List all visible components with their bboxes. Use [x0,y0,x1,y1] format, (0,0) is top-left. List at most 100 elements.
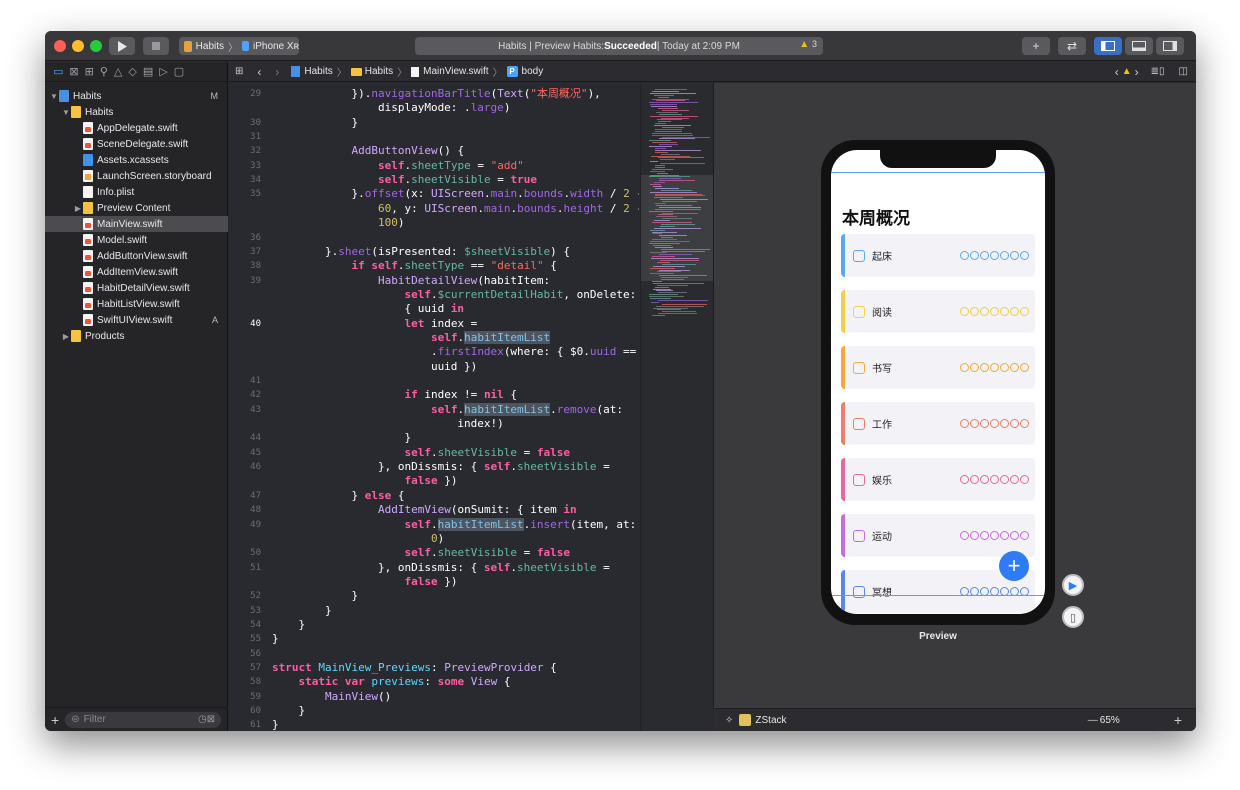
minimize-window-button[interactable] [72,40,84,52]
line-number[interactable]: 50 [229,548,261,558]
code-line[interactable]: } [272,618,305,632]
line-number[interactable]: 35 [229,189,261,199]
code-line[interactable]: static var previews: some View { [272,675,511,689]
test-icon[interactable]: ◇ [128,65,136,78]
line-number[interactable]: 36 [229,233,261,243]
day-check-circle[interactable] [1010,363,1019,372]
day-check-circle[interactable] [960,363,969,372]
line-number[interactable]: 34 [229,175,261,185]
code-line[interactable]: }.sheet(isPresented: $sheetVisible) { [272,245,570,259]
day-check-circle[interactable] [1010,307,1019,316]
code-line[interactable]: self.$currentDetailHabit, onDelete: [272,288,636,302]
code-line[interactable]: } [272,431,411,445]
day-check-circle[interactable] [990,419,999,428]
add-habit-button[interactable]: + [999,551,1029,581]
day-check-circle[interactable] [1020,475,1029,484]
zoom-level[interactable]: 65% [1100,715,1120,726]
zoom-in-button[interactable]: + [1174,712,1182,728]
disclosure-triangle-icon[interactable]: ▼ [61,108,71,117]
related-items-icon[interactable]: ⊞ [235,66,243,77]
code-line[interactable]: .firstIndex(where: { $0.uuid == [272,345,636,359]
day-check-circle[interactable] [960,419,969,428]
code-line[interactable]: HabitDetailView(habitItem: [272,274,550,288]
pin-icon[interactable]: ✧ [725,715,733,726]
day-check-circle[interactable] [960,531,969,540]
line-number[interactable]: 52 [229,591,261,601]
line-number[interactable]: 30 [229,118,261,128]
code-line[interactable]: } [272,632,279,646]
previous-issue-button[interactable]: ‹ [1115,65,1119,79]
line-number[interactable]: 45 [229,448,261,458]
file-tree-item[interactable]: SwiftUIView.swift A [45,312,228,328]
folder-icon[interactable]: ▭ [53,65,63,78]
code-line[interactable]: false }) [272,474,457,488]
code-line[interactable]: MainView() [272,690,391,704]
day-check-circle[interactable] [990,475,999,484]
breakpoint-icon[interactable]: ▷ [159,65,167,78]
code-line[interactable]: self.habitItemList.remove(at: [272,402,623,417]
line-number[interactable]: 57 [229,663,261,673]
recent-files-icon[interactable]: ◷⊠ [198,714,215,725]
line-number[interactable]: 37 [229,247,261,257]
code-line[interactable]: { uuid in [272,302,464,316]
code-line[interactable]: let index = [272,317,477,331]
file-tree-item[interactable]: ▼ Habits M [45,88,228,104]
day-check-circle[interactable] [990,363,999,372]
day-check-circle[interactable] [970,363,979,372]
day-check-circle[interactable] [1020,531,1029,540]
day-check-circle[interactable] [1000,251,1009,260]
file-tree-item[interactable]: Model.swift [45,232,228,248]
line-number[interactable]: 53 [229,606,261,616]
code-line[interactable]: self.sheetVisible = true [272,173,537,187]
day-check-circle[interactable] [960,475,969,484]
day-check-circle[interactable] [980,419,989,428]
preview-on-device-button[interactable]: ▯ [1062,606,1084,628]
code-line[interactable]: } [272,604,332,618]
code-line[interactable]: }.offset(x: UIScreen.main.bounds.width /… [272,187,639,201]
day-check-circle[interactable] [990,251,999,260]
line-number[interactable]: 39 [229,276,261,286]
code-line[interactable]: uuid }) [272,360,477,374]
disclosure-triangle-icon[interactable]: ▶ [61,332,71,341]
close-window-button[interactable] [54,40,66,52]
day-check-circle[interactable] [1020,307,1029,316]
zoom-window-button[interactable] [90,40,102,52]
breadcrumb-group[interactable]: Habits [365,66,393,77]
library-button[interactable]: + [1022,37,1050,55]
stop-button[interactable] [143,37,169,55]
code-line[interactable]: AddButtonView() { [272,144,464,158]
line-number[interactable]: 51 [229,563,261,573]
minimap[interactable] [640,83,713,731]
code-line[interactable]: }, onDissmis: { self.sheetVisible = [272,561,610,575]
day-check-circle[interactable] [1000,307,1009,316]
file-tree-item[interactable]: HabitListView.swift [45,296,228,312]
disclosure-triangle-icon[interactable]: ▼ [49,92,59,101]
code-line[interactable]: if index != nil { [272,388,517,402]
habit-row[interactable]: 阅读 [841,290,1035,333]
forward-button[interactable]: › [275,65,279,79]
disclosure-triangle-icon[interactable]: ▶ [73,204,83,213]
code-line[interactable]: } [272,704,305,718]
day-check-circle[interactable] [990,531,999,540]
run-button[interactable] [109,37,135,55]
file-tree-item[interactable]: ▼ Habits [45,104,228,120]
line-number[interactable]: 46 [229,462,261,472]
day-check-circle[interactable] [1000,419,1009,428]
code-line[interactable]: } [272,589,358,603]
line-number[interactable]: 49 [229,520,261,530]
day-check-circle[interactable] [970,531,979,540]
line-number[interactable]: 38 [229,261,261,271]
line-number[interactable]: 32 [229,146,261,156]
next-issue-button[interactable]: › [1135,65,1139,79]
habit-row[interactable]: 运动 [841,514,1035,557]
day-check-circle[interactable] [1000,531,1009,540]
day-check-circle[interactable] [980,307,989,316]
day-check-circle[interactable] [980,251,989,260]
code-line[interactable]: index!) [272,417,503,431]
debug-icon[interactable]: ▤ [143,65,153,78]
warning-icon[interactable]: ▲ [1122,66,1132,77]
day-check-circle[interactable] [1010,531,1019,540]
breadcrumb-project[interactable]: Habits [304,66,332,77]
code-line[interactable]: self.sheetVisible = false [272,446,570,460]
warning-badge[interactable]: ▲ 3 [799,39,817,50]
